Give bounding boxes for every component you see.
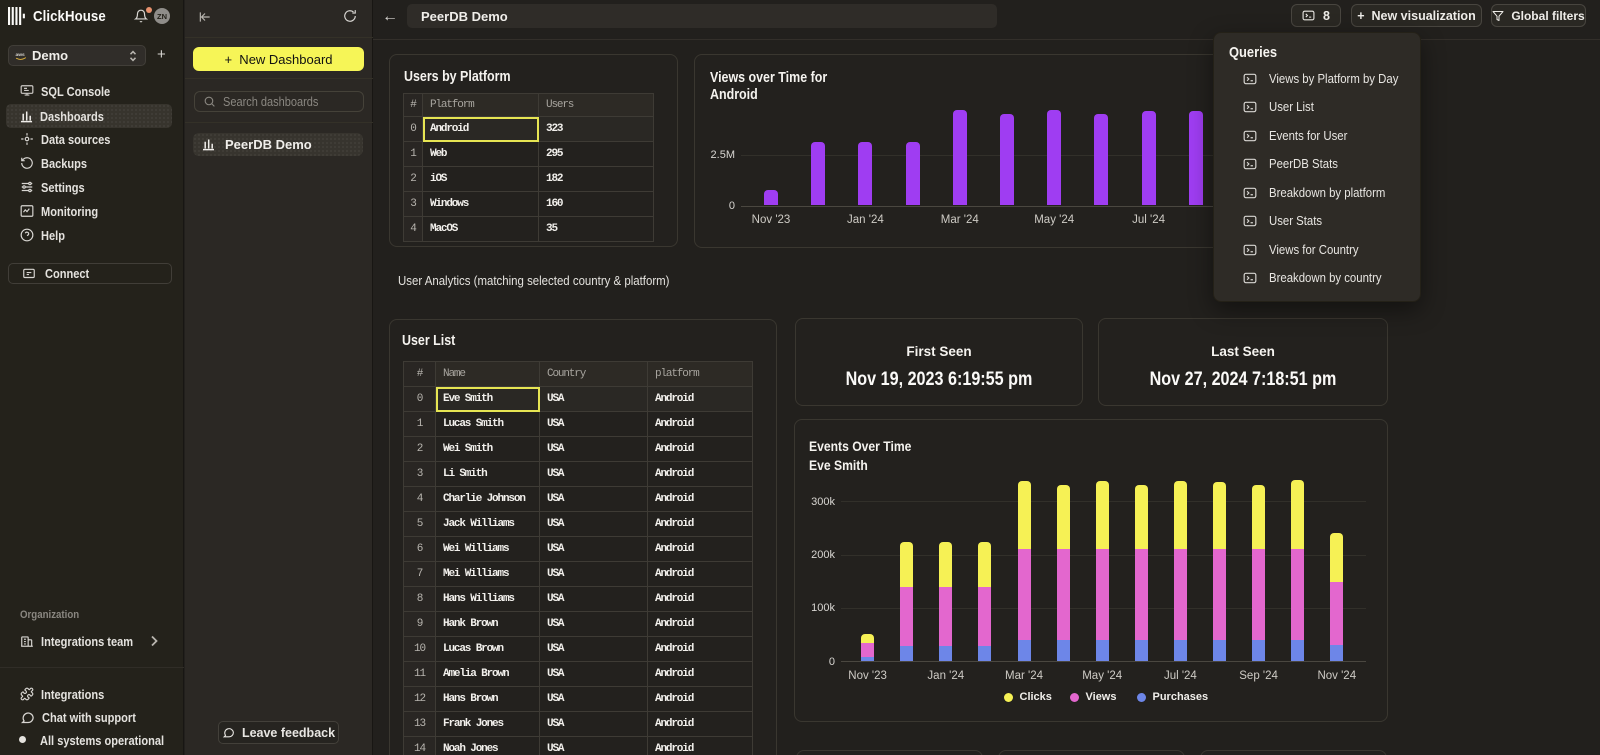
svg-text:aws: aws: [16, 53, 25, 58]
